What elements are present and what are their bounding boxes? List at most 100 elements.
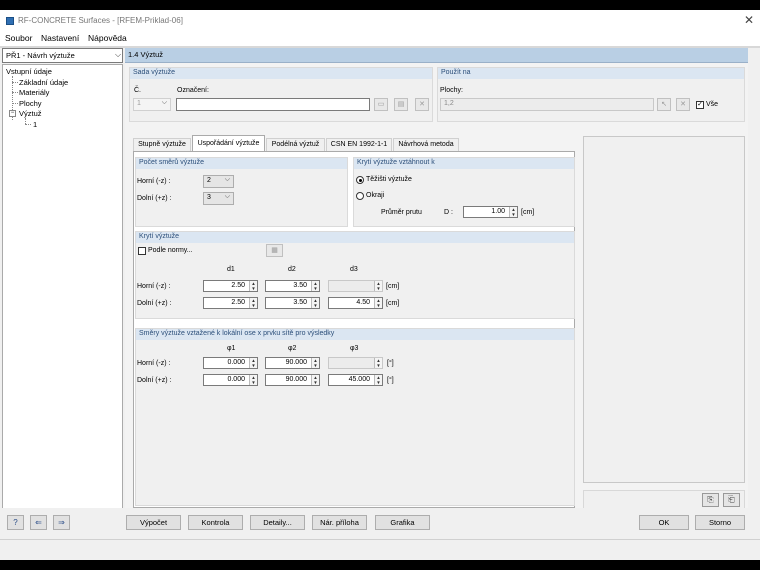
spinner-icon[interactable]: ▲ ▼ bbox=[509, 207, 517, 217]
menu-bar: Soubor Nastavení Nápověda bbox=[0, 32, 760, 46]
spinner-icon[interactable]: ▲ ▼ bbox=[249, 298, 257, 308]
tab-longitudinal-reinforcement[interactable]: Podélná výztuž bbox=[266, 138, 325, 151]
top-cover-d2-value: 3.50 bbox=[293, 282, 307, 289]
title-bar: RF-CONCRETE Surfaces - [RFEM-Priklad-06]… bbox=[0, 10, 760, 32]
spinner-icon[interactable]: ▲ ▼ bbox=[311, 375, 319, 385]
top-directions-label: Horní (-z) : bbox=[137, 178, 171, 185]
tree-item-basic-data[interactable]: Základní údaje bbox=[19, 78, 68, 87]
delete-icon[interactable]: ✕ bbox=[415, 98, 429, 111]
check-button[interactable]: Kontrola bbox=[188, 515, 243, 530]
menu-help[interactable]: Nápověda bbox=[88, 33, 127, 43]
national-annex-button[interactable]: Nár. příloha bbox=[312, 515, 367, 530]
top-directions-select[interactable]: 2 ⌵ bbox=[203, 175, 234, 188]
load-case-select[interactable]: PŘ1 - Návrh výztuže ⌵ bbox=[2, 48, 123, 63]
tree-item-reinforcement-1[interactable]: 1 bbox=[33, 120, 37, 129]
by-norm-label: Podle normy... bbox=[148, 247, 193, 254]
application-window: RF-CONCRETE Surfaces - [RFEM-Priklad-06]… bbox=[0, 10, 760, 560]
top-phi1-input[interactable]: 0.000 ▲ ▼ bbox=[203, 357, 258, 369]
spinner-icon[interactable]: ▲ ▼ bbox=[311, 298, 319, 308]
tree-item-surfaces[interactable]: Plochy bbox=[19, 99, 42, 108]
graphics-button[interactable]: Grafika bbox=[375, 515, 430, 530]
ok-button[interactable]: OK bbox=[639, 515, 689, 530]
previous-icon[interactable]: ⇐ bbox=[30, 515, 47, 530]
centroid-label: Těžišti výztuže bbox=[366, 176, 412, 183]
spinner-icon[interactable]: ▲ ▼ bbox=[374, 298, 382, 308]
set-number-value: 1 bbox=[137, 100, 141, 107]
bottom-cover-d1-value: 2.50 bbox=[231, 299, 245, 306]
collapse-icon[interactable]: − bbox=[9, 110, 16, 117]
top-direction-label: Horní (-z) : bbox=[137, 360, 171, 367]
clear-icon[interactable]: ✕ bbox=[676, 98, 690, 111]
concrete-cover-group: Krytí výztuže Podle normy... ▦ d1 d2 d3 … bbox=[135, 231, 575, 319]
spinner-icon[interactable]: ▲ ▼ bbox=[374, 281, 382, 291]
bar-diameter-unit: [cm] bbox=[521, 209, 535, 216]
spinner-icon[interactable]: ▲ ▼ bbox=[311, 358, 319, 368]
by-norm-checkbox[interactable] bbox=[138, 247, 146, 255]
spinner-icon[interactable]: ▲ ▼ bbox=[374, 358, 382, 368]
preview-toolbar: ⎘ ⎗ bbox=[583, 490, 745, 510]
menu-settings[interactable]: Nastavení bbox=[41, 33, 79, 43]
tab-reinforcement-layout[interactable]: Uspořádání výztuže bbox=[192, 135, 265, 152]
bar-diameter-symbol: D : bbox=[444, 209, 453, 216]
top-cover-unit: [cm] bbox=[386, 283, 400, 290]
spinner-icon[interactable]: ▲ ▼ bbox=[311, 281, 319, 291]
bar-diameter-value: 1.00 bbox=[491, 208, 505, 215]
group-title: Použít na bbox=[441, 69, 471, 76]
tab-design-method[interactable]: Návrhová metoda bbox=[393, 138, 459, 151]
tree-item-input-data[interactable]: Vstupní údaje bbox=[6, 67, 52, 76]
open-icon[interactable]: ▭ bbox=[374, 98, 388, 111]
bar-diameter-label: Průměr prutu bbox=[381, 209, 422, 216]
details-button[interactable]: Detaily... bbox=[250, 515, 305, 530]
rebar-directions-group: Směry výztuže vztažené k lokální ose x p… bbox=[135, 328, 575, 506]
tab-design-code[interactable]: CSN EN 1992-1-1 bbox=[326, 138, 392, 151]
spinner-icon[interactable]: ▲ ▼ bbox=[374, 375, 382, 385]
tree-item-reinforcement[interactable]: Výztuž bbox=[19, 109, 42, 118]
close-icon[interactable]: ✕ bbox=[744, 14, 754, 26]
set-number-select[interactable]: 1 ⌵ bbox=[133, 98, 171, 111]
all-surfaces-checkbox[interactable]: ✓ bbox=[696, 101, 704, 109]
copy-icon[interactable]: ▤ bbox=[394, 98, 408, 111]
bar-diameter-input[interactable]: 1.00 ▲ ▼ bbox=[463, 206, 518, 218]
calculate-button[interactable]: Výpočet bbox=[126, 515, 181, 530]
centroid-radio[interactable] bbox=[356, 176, 364, 184]
tab-reinforcement-degrees[interactable]: Stupně výztuže bbox=[133, 138, 191, 151]
bottom-phi2-input[interactable]: 90.000 ▲ ▼ bbox=[265, 374, 320, 386]
bottom-directions-select[interactable]: 3 ⌵ bbox=[203, 192, 234, 205]
export-icon[interactable]: ⎘ bbox=[702, 493, 719, 507]
bottom-direction-label: Dolní (+z) : bbox=[137, 377, 172, 384]
bottom-phi3-input[interactable]: 45.000 ▲ ▼ bbox=[328, 374, 383, 386]
top-phi2-value: 90.000 bbox=[285, 359, 307, 366]
help-icon[interactable]: ? bbox=[7, 515, 24, 530]
bottom-direction-unit: [°] bbox=[387, 377, 394, 384]
bottom-cover-d1-input[interactable]: 2.50 ▲ ▼ bbox=[203, 297, 258, 309]
bottom-cover-d2-input[interactable]: 3.50 ▲ ▼ bbox=[265, 297, 320, 309]
top-phi3-input[interactable]: ▲ ▼ bbox=[328, 357, 383, 369]
top-phi2-input[interactable]: 90.000 ▲ ▼ bbox=[265, 357, 320, 369]
tree-connector bbox=[12, 92, 18, 93]
next-icon[interactable]: ⇒ bbox=[53, 515, 70, 530]
select-pointer-icon[interactable]: ↖ bbox=[657, 98, 671, 111]
spinner-icon[interactable]: ▲ ▼ bbox=[249, 375, 257, 385]
bottom-phi1-input[interactable]: 0.000 ▲ ▼ bbox=[203, 374, 258, 386]
spinner-icon[interactable]: ▲ ▼ bbox=[249, 281, 257, 291]
top-cover-d2-input[interactable]: 3.50 ▲ ▼ bbox=[265, 280, 320, 292]
group-header: Počet směrů výztuže bbox=[136, 158, 347, 169]
info-icon[interactable]: ⎗ bbox=[723, 493, 740, 507]
bottom-directions-label: Dolní (+z) : bbox=[137, 195, 172, 202]
set-name-input[interactable] bbox=[176, 98, 370, 111]
top-cover-d1-input[interactable]: 2.50 ▲ ▼ bbox=[203, 280, 258, 292]
bottom-directions-value: 3 bbox=[207, 194, 211, 201]
bottom-cover-d3-input[interactable]: 4.50 ▲ ▼ bbox=[328, 297, 383, 309]
group-header: Použít na bbox=[438, 68, 744, 79]
top-cover-d3-input[interactable]: ▲ ▼ bbox=[328, 280, 383, 292]
norm-settings-icon[interactable]: ▦ bbox=[266, 244, 283, 257]
directions-count-group: Počet směrů výztuže Horní (-z) : 2 ⌵ Dol… bbox=[135, 157, 348, 227]
group-header: Krytí výztuže bbox=[136, 232, 574, 243]
edge-radio[interactable] bbox=[356, 192, 364, 200]
spinner-icon[interactable]: ▲ ▼ bbox=[249, 358, 257, 368]
tree-item-materials[interactable]: Materiály bbox=[19, 88, 49, 97]
surfaces-input[interactable]: 1,2 bbox=[440, 98, 654, 111]
cancel-button[interactable]: Storno bbox=[695, 515, 745, 530]
menu-file[interactable]: Soubor bbox=[5, 33, 32, 43]
group-title: Směry výztuže vztažené k lokální ose x p… bbox=[139, 330, 335, 337]
